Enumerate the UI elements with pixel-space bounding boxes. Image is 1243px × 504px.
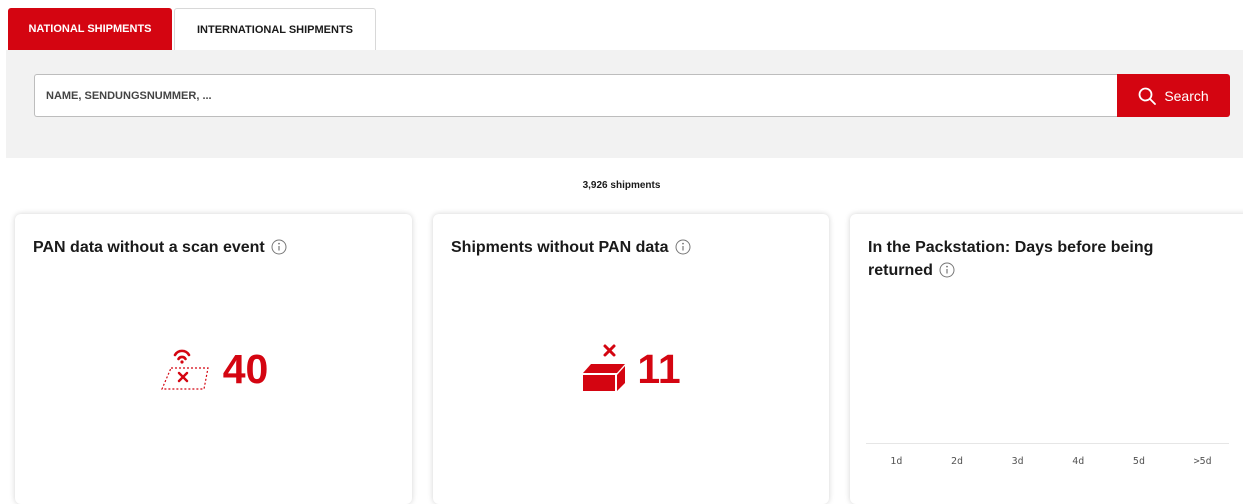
card-shipments-without-pan[interactable]: Shipments without PAN data 11 (433, 214, 829, 504)
card-title-text: In the Packstation: Days before being re… (868, 239, 1154, 279)
chart-x-tick-labels: 1d 2d 3d 4d 5d >5d (866, 456, 1236, 467)
x-tick-label: 2d (950, 456, 963, 467)
metric: 11 (433, 342, 829, 396)
x-tick-label: 5d (1132, 456, 1145, 467)
card-title: In the Packstation: Days before being re… (868, 236, 1200, 282)
x-tick-label: 3d (1011, 456, 1024, 467)
search-button-label: Search (1164, 87, 1209, 104)
search-button[interactable]: Search (1117, 74, 1230, 117)
card-title-text: PAN data without a scan event (33, 239, 265, 256)
card-title: Shipments without PAN data (451, 236, 811, 259)
info-icon[interactable] (675, 239, 691, 255)
x-tick-label: 1d (890, 456, 903, 467)
metric: 40 (15, 342, 412, 396)
tab-international-shipments[interactable]: INTERNATIONAL SHIPMENTS (174, 8, 376, 50)
tab-national-shipments[interactable]: NATIONAL SHIPMENTS (8, 8, 172, 50)
info-icon[interactable] (271, 239, 287, 255)
card-title-text: Shipments without PAN data (451, 239, 669, 256)
search-panel: Search (6, 50, 1243, 158)
search-icon (1138, 87, 1157, 105)
info-icon[interactable] (939, 262, 955, 278)
metric-value: 40 (222, 345, 269, 392)
card-pan-without-scan[interactable]: PAN data without a scan event 40 (15, 214, 412, 504)
x-tick-label: 4d (1072, 456, 1085, 467)
chart-x-axis (866, 443, 1229, 444)
shipment-count: 3,926 shipments (582, 180, 661, 191)
no-scan-parcel-icon (160, 349, 209, 390)
parcel-missing-icon (583, 344, 626, 391)
search-field (34, 74, 1119, 117)
card-title: PAN data without a scan event (33, 236, 394, 259)
card-packstation-return-days[interactable]: In the Packstation: Days before being re… (850, 214, 1243, 504)
metric-value: 11 (637, 345, 681, 392)
shipment-tabs: NATIONAL SHIPMENTS INTERNATIONAL SHIPMEN… (8, 8, 376, 50)
search-input[interactable] (44, 74, 1119, 117)
x-tick-label: >5d (1193, 456, 1212, 467)
